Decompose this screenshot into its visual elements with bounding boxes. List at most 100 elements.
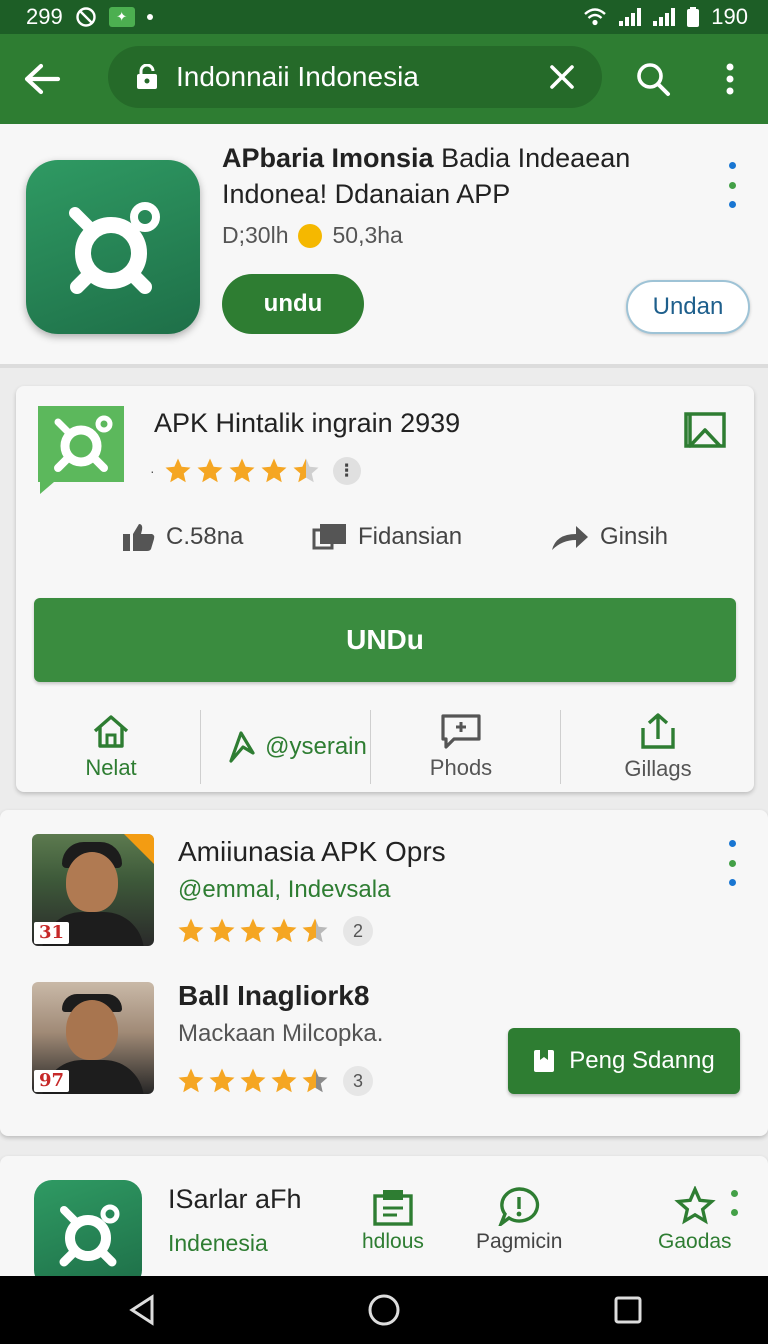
star-half-icon [302, 918, 328, 943]
status-time: 299 [26, 4, 63, 29]
user-list-card: 31 Amiiunasia APK Oprs @emmal, Indevsala… [0, 810, 768, 1136]
star-icon [197, 458, 223, 483]
user-more-button[interactable] [724, 840, 740, 886]
bookmark-button[interactable] [682, 406, 728, 452]
search-icon [637, 63, 670, 96]
download-button[interactable]: UNDu [34, 598, 736, 682]
related-app-title[interactable]: ISarlar aFh [168, 1184, 302, 1215]
apk-title: APK Hintalik ingrain 2939 [154, 408, 461, 438]
star-half-icon [293, 458, 319, 483]
nav-home-button[interactable] [360, 1288, 408, 1332]
star-outline-icon [674, 1186, 716, 1225]
thumb-up-icon [123, 524, 155, 551]
user-rating: 3 [176, 1066, 373, 1096]
gaodas-action[interactable]: Gaodas [658, 1186, 732, 1254]
avatar-badge: 31 [34, 922, 70, 944]
clipboard-icon [373, 1190, 413, 1226]
app-header-more-button[interactable] [724, 162, 740, 208]
app-title-bold: APbaria Imonsia [222, 143, 434, 173]
nav-back-button[interactable] [118, 1288, 166, 1332]
star-icon [261, 458, 287, 483]
tab-phods[interactable]: Phods [396, 702, 526, 792]
more-vert-icon [726, 63, 734, 95]
apk-actions: C.58na Fidansian Ginsih [16, 522, 754, 564]
peng-sdanng-label: Peng Sdanng [569, 1047, 715, 1074]
flag-icon [312, 524, 346, 550]
star-icon [178, 918, 204, 943]
rating-stars: · ⋮ [150, 456, 361, 486]
user-name[interactable]: Amiiunasia APK Oprs [178, 836, 446, 868]
close-icon [550, 65, 574, 89]
do-not-disturb-icon [76, 7, 96, 27]
share-action[interactable]: Ginsih [550, 522, 668, 552]
tab-nelat[interactable]: Nelat [46, 702, 176, 792]
related-app-subtitle: Indenesia [168, 1230, 268, 1256]
hdlous-label: hdlous [362, 1230, 424, 1253]
tab-gillags[interactable]: Gillags [590, 702, 726, 792]
like-action[interactable]: C.58na [122, 522, 243, 552]
app-logo-icon [26, 160, 200, 334]
signal-icon-2 [653, 8, 676, 26]
star-icon [271, 1068, 297, 1093]
bookmark-icon [684, 412, 726, 448]
tab-yserain[interactable]: @yserain [212, 702, 382, 792]
peng-sdanng-button[interactable]: Peng Sdanng [508, 1028, 740, 1094]
search-query[interactable]: Indonnaii Indonesia [176, 61, 542, 93]
gaodas-label: Gaodas [658, 1230, 732, 1253]
related-app-logo-icon[interactable] [34, 1180, 142, 1276]
nav-home-icon [368, 1294, 400, 1326]
pagmicin-label: Pagmicin [476, 1230, 563, 1253]
signal-icon [619, 8, 642, 26]
nav-recents-icon [614, 1296, 642, 1324]
apk-tab-bar: Nelat @yserain Phods Gillags [16, 702, 754, 792]
search-button[interactable] [628, 56, 678, 102]
star-icon [165, 458, 191, 483]
overflow-menu-button[interactable] [710, 56, 750, 102]
star-icon [209, 918, 235, 943]
back-button[interactable] [0, 34, 84, 124]
tab-divider [560, 710, 561, 784]
nav-back-icon [129, 1294, 154, 1326]
tab-divider [370, 710, 371, 784]
related-more-button[interactable] [726, 1190, 742, 1216]
rating-more-button[interactable]: ⋮ [332, 457, 361, 485]
hdlous-action[interactable]: hdlous [362, 1186, 424, 1254]
star-half-icon [302, 1068, 328, 1093]
battery-icon [687, 7, 700, 27]
battery-level: 190 [711, 4, 748, 29]
star-icon [209, 1068, 235, 1093]
corner-badge-icon [124, 834, 154, 864]
star-icon [271, 918, 297, 943]
home-icon [93, 715, 129, 748]
pagmicin-action[interactable]: Pagmicin [476, 1186, 562, 1254]
user-avatar[interactable]: 97 [32, 982, 154, 1094]
bookmark-filled-icon [534, 1050, 555, 1072]
user-rating: 2 [176, 916, 373, 946]
star-icon [229, 458, 255, 483]
flag-action[interactable]: Fidansian [312, 522, 462, 552]
install-button[interactable]: undu [222, 274, 364, 334]
app-title: APbaria Imonsia Badia Indeaean Indonea! … [222, 140, 692, 212]
clear-search-button[interactable] [542, 57, 582, 97]
user-handle[interactable]: Mackaan Milcopka. [178, 1020, 383, 1048]
app-meta: D;30lh 50,3ha [222, 222, 403, 249]
tab-divider [200, 710, 201, 784]
status-bar: 299 ✦ 190 [0, 0, 768, 34]
wifi-icon [584, 8, 607, 26]
app-meta-left: D;30lh [222, 222, 289, 248]
notification-app-icon: ✦ [108, 7, 135, 27]
send-icon [229, 731, 255, 763]
share-arrow-icon [552, 526, 588, 550]
emoji-icon [298, 223, 323, 248]
undan-button[interactable]: Undan [626, 280, 750, 334]
nav-recents-button[interactable] [604, 1288, 652, 1332]
user-handle[interactable]: @emmal, Indevsala [178, 876, 390, 904]
user-name[interactable]: Ball Inagliork8 [178, 980, 369, 1012]
app-header: APbaria Imonsia Badia Indeaean Indonea! … [0, 124, 768, 368]
upload-icon [641, 713, 675, 749]
app-bar: Indonnaii Indonesia [0, 34, 768, 124]
search-field[interactable]: Indonnaii Indonesia [108, 46, 602, 108]
user-avatar[interactable]: 31 [32, 834, 154, 946]
app-meta-right: 50,3ha [332, 222, 403, 248]
avatar-badge: 97 [34, 1070, 70, 1092]
